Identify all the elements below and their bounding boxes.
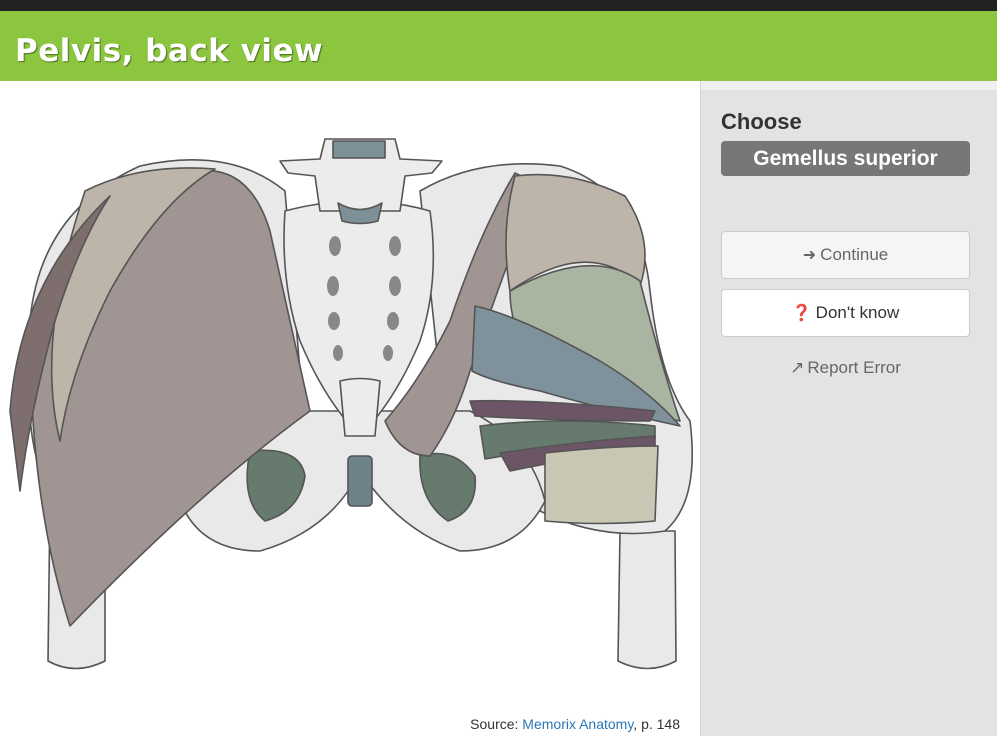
coccyx — [339, 377, 381, 437]
question-circle-icon: ❓ — [791, 305, 812, 322]
page-title: Pelvis, back view — [15, 33, 324, 69]
dont-know-button[interactable]: ❓ Don't know — [721, 289, 970, 337]
intervertebral-disc — [332, 140, 386, 159]
dont-know-label: Don't know — [815, 303, 900, 322]
target-term-badge: Gemellus superior — [721, 141, 970, 176]
source-prefix: Source: — [470, 716, 523, 732]
arrow-right-icon: ➜ — [802, 247, 817, 264]
pelvis-illustration — [9, 138, 693, 670]
header-bar: Pelvis, back view — [0, 11, 997, 81]
choose-label: Choose — [721, 109, 802, 134]
pubic-symphysis — [347, 455, 373, 507]
top-bar — [0, 0, 997, 11]
anatomy-illustration-area: Source: Memorix Anatomy, p. 148 — [0, 81, 700, 736]
report-error-link[interactable]: ↗ Report Error — [721, 358, 970, 378]
source-suffix: , p. 148 — [633, 716, 680, 732]
sidebar-top-strip — [701, 81, 997, 90]
report-error-label: Report Error — [807, 358, 901, 377]
external-link-icon: ↗ — [790, 358, 805, 377]
source-link[interactable]: Memorix Anatomy — [522, 716, 633, 732]
quiz-sidebar: Choose Gemellus superior ➜ Continue ❓ Don'… — [700, 81, 997, 736]
continue-label: Continue — [820, 245, 889, 264]
image-source-credit: Source: Memorix Anatomy, p. 148 — [470, 716, 680, 732]
continue-button[interactable]: ➜ Continue — [721, 231, 970, 279]
right-femur-shaft — [617, 530, 677, 670]
quadratus-femoris-muscle — [544, 445, 659, 525]
